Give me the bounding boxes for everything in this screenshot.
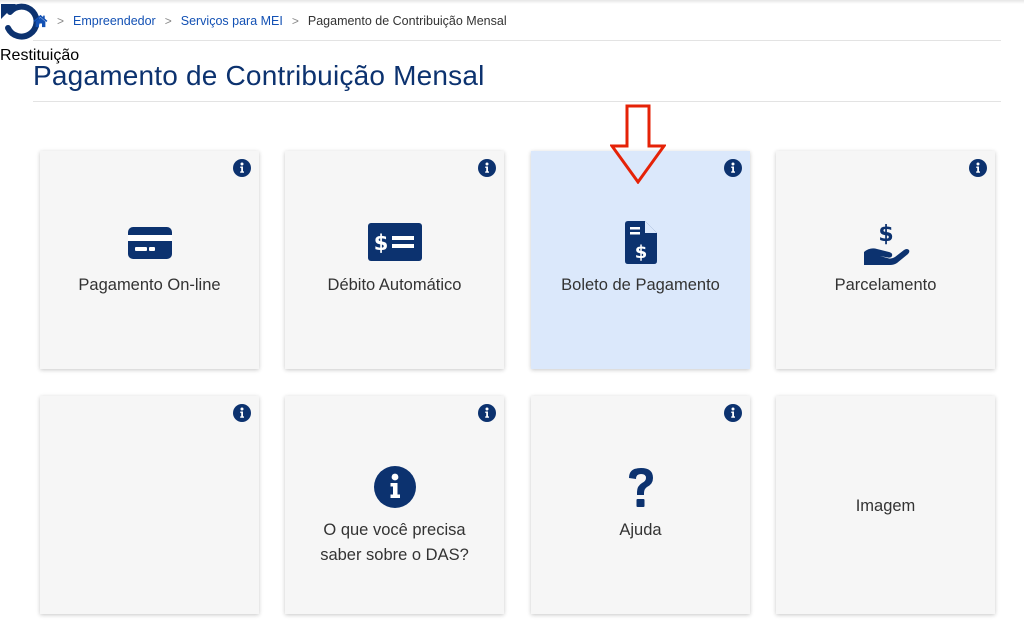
card-label: O que você precisa saber sobre o DAS? xyxy=(320,521,469,564)
money-check-icon: $ xyxy=(285,223,504,261)
breadcrumb-link-empreendedor[interactable]: Empreendedor xyxy=(73,14,156,28)
page-title: Pagamento de Contribuição Mensal xyxy=(33,60,485,91)
breadcrumb-divider xyxy=(33,40,1001,41)
breadcrumb-current: Pagamento de Contribuição Mensal xyxy=(307,14,507,28)
home-icon[interactable] xyxy=(33,14,48,28)
card-label: Débito Automático xyxy=(327,276,462,294)
info-icon[interactable] xyxy=(478,404,496,422)
title-divider xyxy=(33,101,1001,102)
credit-card-icon xyxy=(40,227,259,259)
card-debito-automatico[interactable]: $ Débito Automático xyxy=(285,151,504,369)
invoice-dollar-icon: $ xyxy=(531,221,750,264)
info-icon[interactable] xyxy=(724,404,742,422)
annotation-arrow xyxy=(609,104,667,185)
svg-text:$: $ xyxy=(373,231,388,255)
hand-holding-dollar-icon: $ xyxy=(776,221,995,265)
breadcrumb-separator: > xyxy=(164,14,172,28)
card-label: Parcelamento xyxy=(834,276,937,294)
card-restituicao[interactable] xyxy=(40,396,259,614)
card-label: Boleto de Pagamento xyxy=(561,276,720,294)
info-icon[interactable] xyxy=(478,159,496,177)
svg-text:$: $ xyxy=(634,242,647,263)
card-label: Pagamento On-line xyxy=(78,276,221,294)
info-icon[interactable] xyxy=(233,159,251,177)
card-imagem[interactable]: Imagem xyxy=(776,396,995,614)
info-circle-icon xyxy=(285,466,504,508)
question-icon xyxy=(531,466,750,510)
card-pagamento-online[interactable]: Pagamento On-line xyxy=(40,151,259,369)
breadcrumb-separator: > xyxy=(57,14,65,28)
breadcrumb-link-servicos-mei[interactable]: Serviços para MEI xyxy=(181,14,283,28)
card-label: Imagem xyxy=(855,497,916,515)
breadcrumb-separator: > xyxy=(291,14,299,28)
info-icon[interactable] xyxy=(724,159,742,177)
info-icon[interactable] xyxy=(233,404,251,422)
info-icon[interactable] xyxy=(969,159,987,177)
card-ajuda[interactable]: Ajuda xyxy=(531,396,750,614)
card-saber-sobre-das[interactable]: O que você precisa saber sobre o DAS? xyxy=(285,396,504,614)
svg-text:$: $ xyxy=(878,222,893,247)
topbar-shadow xyxy=(0,0,1024,4)
card-parcelamento[interactable]: $ Parcelamento xyxy=(776,151,995,369)
card-label: Ajuda xyxy=(619,521,662,539)
breadcrumb: > Empreendedor > Serviços para MEI > Pag… xyxy=(33,12,507,30)
